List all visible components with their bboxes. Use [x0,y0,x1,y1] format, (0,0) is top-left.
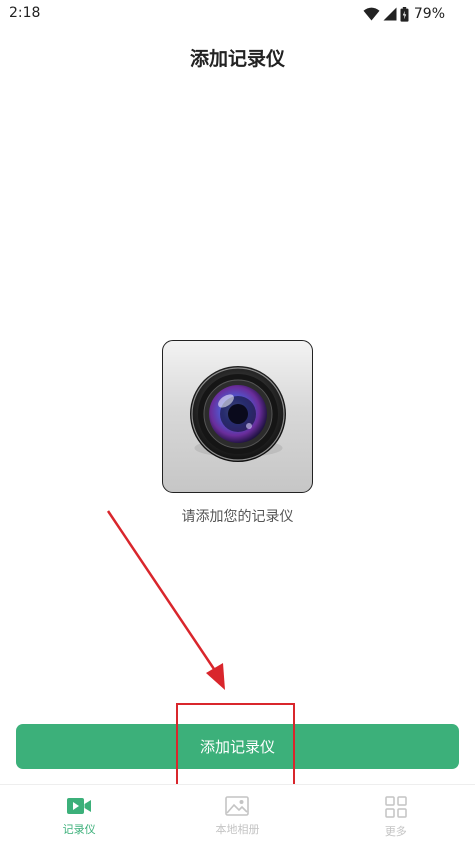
tab-label: 更多 [384,825,407,838]
tab-more[interactable]: 更多 [317,785,475,844]
annotation-arrow [106,510,225,690]
add-recorder-button[interactable]: 添加记录仪 [16,724,459,769]
bottom-tab-bar: 记录仪 本地相册 更多 [0,784,475,844]
tab-label: 记录仪 [62,823,96,836]
tab-recorder[interactable]: 记录仪 [0,785,158,844]
image-icon [225,796,250,816]
tab-local-album[interactable]: 本地相册 [158,785,316,844]
tab-label: 本地相册 [215,823,260,836]
video-camera-icon [66,796,92,816]
grid-icon [385,796,407,818]
